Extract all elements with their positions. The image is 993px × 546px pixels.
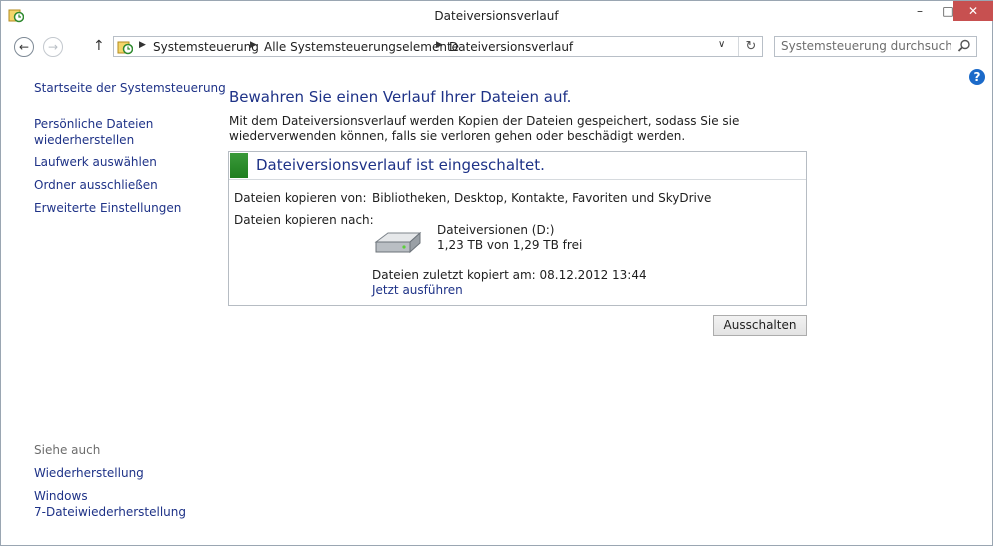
breadcrumb-separator-icon[interactable]: ▶ [139,40,146,50]
window-frame: Dateiversionsverlauf – □ ✕ ← → ↑ ▶ Syste… [0,0,993,546]
hard-drive-icon [374,231,422,254]
sidebar-recovery-link[interactable]: Wiederherstellung [34,465,144,481]
window-title: Dateiversionsverlauf [434,9,559,23]
search-input[interactable] [781,39,951,53]
sidebar-exclude-folders-link[interactable]: Ordner ausschließen [34,177,158,193]
page-description: Mit dem Dateiversionsverlauf werden Kopi… [229,114,740,143]
back-button[interactable]: ← [14,37,34,57]
status-panel: Dateiversionsverlauf ist eingeschaltet. … [228,151,807,306]
search-box[interactable] [774,36,977,57]
breadcrumb-file-history[interactable]: Dateiversionsverlauf [449,40,573,54]
address-bar[interactable]: ▶ Systemsteuerung ▶ Alle Systemsteuerung… [113,36,763,57]
see-also-heading: Siehe auch [34,443,101,457]
navigation-bar: ← → ↑ ▶ Systemsteuerung ▶ Alle Systemste… [1,31,992,63]
sidebar-restore-files-link[interactable]: Persönliche Dateien wiederherstellen [34,116,153,148]
search-icon[interactable] [956,38,972,54]
copy-from-value: Bibliotheken, Desktop, Kontakte, Favorit… [372,191,712,205]
status-indicator [230,153,248,178]
sidebar-link-label[interactable]: wiederherstellen [34,133,134,147]
status-title: Dateiversionsverlauf ist eingeschaltet. [256,156,545,174]
breadcrumb-separator-icon[interactable]: ▶ [250,40,257,50]
forward-button[interactable]: → [43,37,63,57]
close-button[interactable]: ✕ [953,1,993,21]
sidebar-link-label[interactable]: 7-Dateiwiederherstellung [34,505,186,519]
run-now-link[interactable]: Jetzt ausführen [372,283,463,297]
sidebar-home-link[interactable]: Startseite der Systemsteuerung [34,80,226,96]
sidebar-link-label[interactable]: Windows [34,489,88,503]
sidebar-advanced-settings-link[interactable]: Erweiterte Einstellungen [34,200,181,216]
breadcrumb-systemsteuerung[interactable]: Systemsteuerung [153,40,259,54]
sidebar-link-label[interactable]: Persönliche Dateien [34,117,153,131]
breadcrumb-all-items[interactable]: Alle Systemsteuerungselemente [264,40,459,54]
sidebar-win7-restore-link[interactable]: Windows 7-Dateiwiederherstellung [34,488,186,520]
breadcrumb-separator-icon[interactable]: ▶ [436,40,443,50]
page-title: Bewahren Sie einen Verlauf Ihrer Dateien… [229,88,572,106]
minimize-button[interactable]: – [906,1,934,21]
address-dropdown-icon[interactable]: ∨ [718,39,725,50]
last-copied-text: Dateien zuletzt kopiert am: 08.12.2012 1… [372,268,647,282]
file-history-icon [117,41,133,55]
turn-off-button[interactable]: Ausschalten [713,315,807,336]
drive-name: Dateiversionen (D:) [437,223,555,237]
copy-to-label: Dateien kopieren nach: [234,213,374,227]
up-button[interactable]: ↑ [93,38,105,54]
sidebar-select-drive-link[interactable]: Laufwerk auswählen [34,154,157,170]
status-header: Dateiversionsverlauf ist eingeschaltet. [229,152,806,180]
title-bar: Dateiversionsverlauf – □ ✕ [1,1,993,31]
help-icon[interactable]: ? [969,69,985,85]
copy-from-label: Dateien kopieren von: [234,191,367,205]
drive-space: 1,23 TB von 1,29 TB frei [437,238,583,252]
refresh-icon[interactable]: ↻ [738,37,763,56]
